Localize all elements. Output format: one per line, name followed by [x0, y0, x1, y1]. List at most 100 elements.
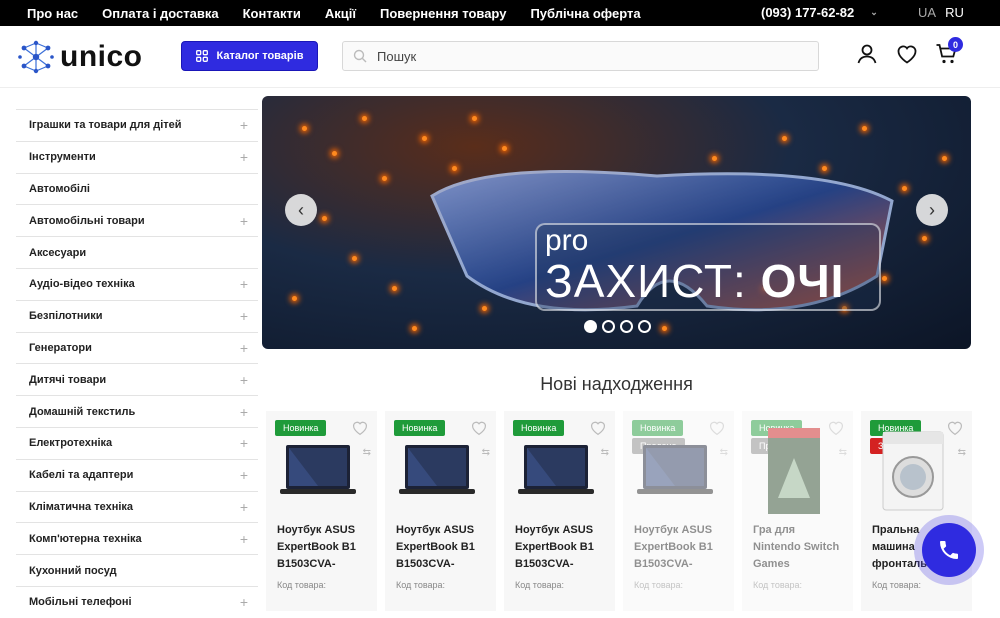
plus-icon[interactable]: +: [240, 340, 248, 356]
sidebar-category-item[interactable]: Інструменти +: [16, 140, 258, 173]
plus-icon[interactable]: +: [240, 117, 248, 133]
nav-link-returns[interactable]: Повернення товару: [380, 6, 506, 21]
search-input[interactable]: [377, 48, 797, 64]
plus-icon[interactable]: +: [240, 149, 248, 165]
plus-icon[interactable]: +: [240, 499, 248, 515]
compare-icon[interactable]: ⇆: [720, 447, 728, 458]
sidebar-category-label: Електротехніка: [29, 437, 113, 450]
spark-decoration: [392, 286, 397, 291]
product-image[interactable]: [754, 427, 834, 514]
sidebar-category-item[interactable]: Аудіо-відео техніка +: [16, 267, 258, 300]
product-card[interactable]: НовинкаПродано⇆Ноутбук ASUS ExpertBook B…: [623, 411, 734, 611]
banner-pro-text: pro: [545, 224, 589, 257]
plus-icon[interactable]: +: [240, 276, 248, 292]
product-name[interactable]: Ноутбук ASUS ExpertBook B1 B1503CVA-: [634, 522, 726, 573]
plus-icon[interactable]: +: [240, 467, 248, 483]
banner-next-button[interactable]: ›: [916, 194, 948, 226]
nav-link-payment-delivery[interactable]: Оплата і доставка: [102, 6, 218, 21]
logo[interactable]: unico: [18, 40, 143, 74]
new-arrivals-title: Нові надходження: [540, 374, 693, 394]
header-actions: 0: [855, 37, 963, 66]
sidebar-category-item[interactable]: Мобільні телефоні +: [16, 585, 258, 618]
banner-prev-button[interactable]: ‹: [285, 194, 317, 226]
new-badge: Новинка: [513, 420, 565, 436]
search-icon[interactable]: [343, 49, 377, 63]
spark-decoration: [782, 136, 787, 141]
product-image[interactable]: [516, 439, 596, 507]
spark-decoration: [292, 296, 297, 301]
product-image[interactable]: [278, 439, 358, 507]
lang-ua[interactable]: UA: [918, 5, 936, 20]
call-button[interactable]: [914, 515, 984, 585]
top-bar: Про нас Оплата і доставка Контакти Акції…: [0, 0, 1000, 26]
compare-icon[interactable]: ⇆: [363, 447, 371, 458]
plus-icon[interactable]: +: [240, 594, 248, 610]
sidebar-category-item[interactable]: Кухонний посуд: [16, 554, 258, 586]
pagination-dot[interactable]: [638, 320, 651, 333]
spark-decoration: [382, 176, 387, 181]
phone-icon: [940, 541, 958, 559]
nav-link-promotions[interactable]: Акції: [325, 6, 356, 21]
sidebar-category-item[interactable]: Дитячі товари +: [16, 363, 258, 395]
sidebar-category-item[interactable]: Аксесуари: [16, 236, 258, 268]
sidebar-category-item[interactable]: Домашній текстиль +: [16, 395, 258, 427]
pagination-dot[interactable]: [584, 320, 597, 333]
sidebar-category-label: Безпілотники: [29, 310, 103, 323]
sidebar-category-item[interactable]: Комп'ютерна техніка +: [16, 522, 258, 554]
sidebar-category-item[interactable]: Кабелі та адаптери +: [16, 458, 258, 491]
product-card[interactable]: Новинка ⇆ Ноутбук ASUS ExpertBook B1 B1503…: [385, 411, 496, 611]
product-image[interactable]: [873, 431, 953, 510]
plus-icon[interactable]: +: [240, 372, 248, 388]
product-name[interactable]: Ноутбук ASUS ExpertBook B1 B1503CVA-: [515, 522, 607, 573]
banner-headline-bold: ОЧІ: [760, 255, 845, 307]
cart-icon[interactable]: 0: [935, 37, 963, 66]
product-name[interactable]: Ноутбук ASUS ExpertBook B1 B1503CVA-: [396, 522, 488, 573]
sidebar-category-label: Іграшки та товари для дітей: [29, 119, 182, 132]
sidebar-category-item[interactable]: Іграшки та товари для дітей +: [16, 109, 258, 141]
lang-ru[interactable]: RU: [945, 5, 964, 20]
spark-decoration: [902, 186, 907, 191]
product-card[interactable]: Новинка ⇆ Ноутбук ASUS ExpertBook B1 B1503…: [266, 411, 377, 611]
sidebar-category-item[interactable]: Безпілотники +: [16, 299, 258, 332]
plus-icon[interactable]: +: [240, 435, 248, 451]
product-name[interactable]: Ноутбук ASUS ExpertBook B1 B1503CVA-: [277, 522, 369, 573]
grid-icon: [195, 50, 208, 62]
sidebar-category-label: Автомобілі: [29, 182, 90, 195]
product-card[interactable]: НовинкаПродано⇆Гра для Nintendo Switch G…: [742, 411, 853, 611]
sidebar-category-item[interactable]: Автомобілі: [16, 172, 258, 205]
plus-icon[interactable]: +: [240, 308, 248, 324]
compare-icon[interactable]: ⇆: [482, 447, 490, 458]
nav-link-public-offer[interactable]: Публічна оферта: [530, 6, 640, 21]
pagination-dot[interactable]: [602, 320, 615, 333]
product-image[interactable]: [635, 439, 715, 507]
sidebar-category-item[interactable]: Автомобільні товари +: [16, 204, 258, 236]
product-name[interactable]: Гра для Nintendo Switch Games: [753, 522, 845, 573]
compare-icon[interactable]: ⇆: [601, 447, 609, 458]
heart-icon[interactable]: [895, 42, 919, 66]
phone-dropdown[interactable]: (093) 177-62-82 ⌄: [761, 5, 878, 20]
hero-banner[interactable]: pro ЗАХИСТ: ОЧІ ‹ ›: [262, 96, 971, 349]
product-image[interactable]: [397, 439, 477, 507]
user-icon[interactable]: [855, 42, 879, 66]
plus-icon[interactable]: +: [240, 531, 248, 547]
spark-decoration: [942, 156, 947, 161]
spark-decoration: [352, 256, 357, 261]
sidebar-category-item[interactable]: Генератори +: [16, 331, 258, 364]
top-nav: Про нас Оплата і доставка Контакти Акції…: [0, 6, 665, 21]
laptop-icon: [516, 443, 596, 504]
catalog-button[interactable]: Каталог товарів: [181, 41, 318, 71]
sidebar-category-label: Кабелі та адаптери: [29, 469, 134, 482]
sidebar-category-item[interactable]: Кліматична техніка +: [16, 490, 258, 523]
compare-icon[interactable]: ⇆: [839, 447, 847, 458]
banner-pagination: [584, 320, 651, 333]
plus-icon[interactable]: +: [240, 404, 248, 420]
product-card[interactable]: Новинка ⇆ Ноутбук ASUS ExpertBook B1 B1503…: [504, 411, 615, 611]
sidebar-category-item[interactable]: Електротехніка +: [16, 426, 258, 459]
new-badge: Новинка: [394, 420, 446, 436]
compare-icon[interactable]: ⇆: [958, 447, 966, 458]
nav-link-contacts[interactable]: Контакти: [243, 6, 301, 21]
nav-link-about[interactable]: Про нас: [27, 6, 78, 21]
plus-icon[interactable]: +: [240, 213, 248, 229]
sidebar-category-label: Дитячі товари: [29, 373, 107, 386]
pagination-dot[interactable]: [620, 320, 633, 333]
